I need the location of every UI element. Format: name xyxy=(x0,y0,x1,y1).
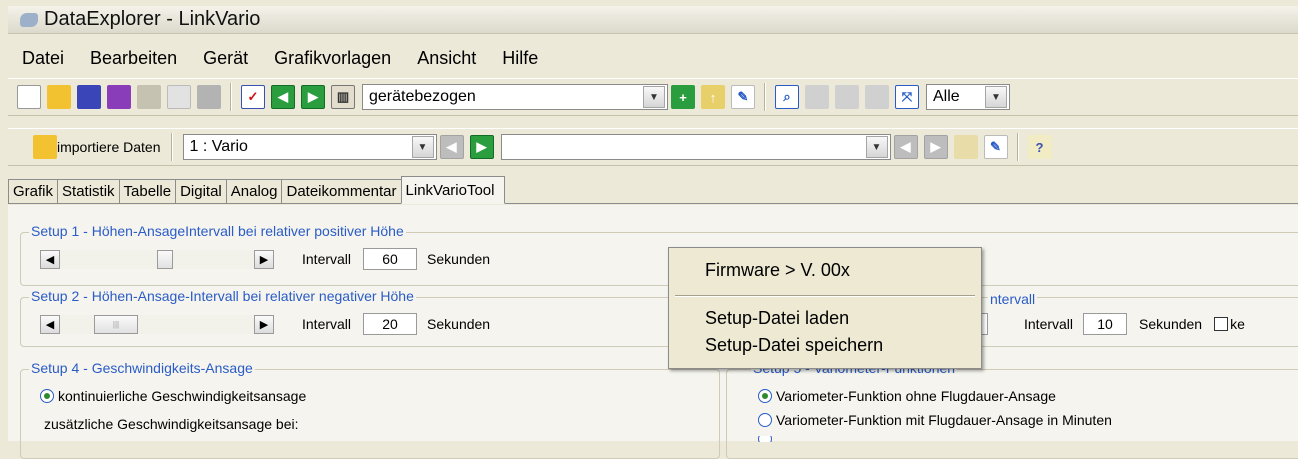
menu-bar: Datei Bearbeiten Gerät Grafikvorlagen An… xyxy=(8,44,1298,72)
edit-record-icon[interactable]: ✎ xyxy=(983,135,1008,159)
cut-scale-icon[interactable] xyxy=(835,85,859,109)
setup4-title: Setup 4 - Geschwindigkeits-Ansage xyxy=(29,360,255,376)
app-icon xyxy=(20,12,38,27)
device-port-icon[interactable]: ▥ xyxy=(331,85,355,109)
new-file-icon[interactable] xyxy=(17,85,41,109)
menu-item-setup-speichern[interactable]: Setup-Datei speichern xyxy=(705,335,883,356)
radio-selected[interactable] xyxy=(40,389,54,403)
menu-separator xyxy=(675,295,975,297)
setup2-title: Setup 2 - Höhen-Ansage-Intervall bei rel… xyxy=(29,288,416,304)
menu-bearbeiten[interactable]: Bearbeiten xyxy=(76,48,189,69)
add-template-icon[interactable]: + xyxy=(671,85,695,109)
chevron-down-icon[interactable]: ▼ xyxy=(643,86,665,108)
pan-icon[interactable] xyxy=(805,85,829,109)
tab-digital[interactable]: Digital xyxy=(175,179,227,203)
prev-device-icon[interactable]: ◀ xyxy=(271,85,295,109)
window-title: DataExplorer - LinkVario xyxy=(44,8,261,30)
setup1-unit: Sekunden xyxy=(427,251,491,267)
setup2-row: ◀ ||| ▶ Intervall 20 Sekunden xyxy=(40,313,490,335)
save-icon[interactable] xyxy=(77,85,101,109)
template-combo[interactable]: gerätebezogen ▼ xyxy=(362,84,668,110)
import-folder-icon[interactable] xyxy=(33,135,57,159)
tab-analog[interactable]: Analog xyxy=(225,179,283,203)
setup1-title: Setup 1 - Höhen-AnsageIntervall bei rela… xyxy=(29,223,406,239)
setup4-radio-continuous[interactable]: kontinuierliche Geschwindigkeitsansage xyxy=(40,388,306,404)
main-toolbar: ✓ ◀ ▶ ▥ gerätebezogen ▼ + ↑ ✎ ⌕ ⤧ Alle ▼ xyxy=(8,78,1298,116)
export-template-icon[interactable]: ↑ xyxy=(701,85,725,109)
record2-combo[interactable]: ▼ xyxy=(500,134,891,160)
setup3-checkbox[interactable] xyxy=(1214,317,1229,331)
zoom-icon[interactable]: ⌕ xyxy=(775,85,799,109)
setup5-radio1[interactable]: Variometer-Funktion ohne Flugdauer-Ansag… xyxy=(758,388,1056,404)
device-select-icon[interactable]: ✓ xyxy=(241,85,265,109)
setup3-label: Intervall xyxy=(1024,316,1074,332)
menu-item-setup-laden[interactable]: Setup-Datei laden xyxy=(705,308,849,329)
save-as-icon[interactable] xyxy=(107,85,131,109)
chevron-down-icon[interactable]: ▼ xyxy=(411,136,434,158)
chevron-down-icon[interactable]: ▼ xyxy=(865,136,888,158)
setup3-checkbox-label: ke xyxy=(1230,316,1245,332)
setup2-label: Intervall xyxy=(302,316,352,332)
linkvariotool-panel: Setup 1 - Höhen-AnsageIntervall bei rela… xyxy=(8,205,1298,459)
menu-hilfe[interactable]: Hilfe xyxy=(488,48,550,69)
tab-statistik[interactable]: Statistik xyxy=(57,179,120,203)
menu-grafikvorlagen[interactable]: Grafikvorlagen xyxy=(260,48,403,69)
menu-geraet[interactable]: Gerät xyxy=(189,48,260,69)
setup2-slider[interactable]: ◀ ||| ▶ xyxy=(40,314,274,334)
chevron-right-icon[interactable]: ▶ xyxy=(254,314,274,334)
help-icon[interactable]: ? xyxy=(1027,135,1052,159)
channel-combo[interactable]: Alle ▼ xyxy=(926,84,1010,110)
radio-selected[interactable] xyxy=(758,389,772,403)
menu-item-firmware[interactable]: Firmware > V. 00x xyxy=(705,260,850,281)
menu-datei[interactable]: Datei xyxy=(8,48,76,69)
data-toolbar: importiere Daten 1 : Vario ▼ ◀ ▶ ▼ ◀ ▶ ✎… xyxy=(8,128,1298,166)
menu-ansicht[interactable]: Ansicht xyxy=(403,48,488,69)
title-bar: DataExplorer - LinkVario xyxy=(8,6,1298,34)
radio-unselected[interactable] xyxy=(758,436,772,442)
setup5-radio2[interactable]: Variometer-Funktion mit Flugdauer-Ansage… xyxy=(758,412,1112,428)
chevron-down-icon[interactable]: ▼ xyxy=(985,86,1007,108)
setup4-extra-label: zusätzliche Geschwindigkeitsansage bei: xyxy=(44,416,299,432)
next-record2-icon[interactable]: ▶ xyxy=(923,135,948,159)
chevron-left-icon[interactable]: ◀ xyxy=(40,314,60,334)
import-button[interactable]: importiere Daten xyxy=(57,139,161,155)
tab-grafik[interactable]: Grafik xyxy=(8,179,59,203)
context-menu: Firmware > V. 00x Setup-Datei laden Setu… xyxy=(668,247,982,369)
open-folder-icon[interactable] xyxy=(47,85,71,109)
tab-bar: Grafik Statistik Tabelle Digital Analog … xyxy=(8,176,1298,204)
slider-thumb[interactable] xyxy=(157,249,173,269)
tab-tabelle[interactable]: Tabelle xyxy=(118,179,177,203)
print-icon[interactable] xyxy=(197,85,221,109)
slider-thumb[interactable]: ||| xyxy=(94,314,138,334)
setup3-title-partial: ntervall xyxy=(988,291,1038,307)
setup3-value[interactable]: 10 xyxy=(1083,313,1128,335)
delete-icon[interactable] xyxy=(953,135,978,159)
chevron-left-icon[interactable]: ◀ xyxy=(40,249,60,269)
radio-unselected[interactable] xyxy=(758,413,772,427)
copy-icon[interactable] xyxy=(167,85,191,109)
setup1-label: Intervall xyxy=(302,251,352,267)
tab-dateikommentar[interactable]: Dateikommentar xyxy=(281,179,402,203)
edit-template-icon[interactable]: ✎ xyxy=(731,85,755,109)
record-combo[interactable]: 1 : Vario ▼ xyxy=(182,134,437,160)
tab-linkvariotool[interactable]: LinkVarioTool xyxy=(400,176,506,204)
setup1-row: ◀ ▶ Intervall 60 Sekunden xyxy=(40,248,490,270)
chevron-right-icon[interactable]: ▶ xyxy=(254,249,274,269)
next-device-icon[interactable]: ▶ xyxy=(301,85,325,109)
prev-record-icon[interactable]: ◀ xyxy=(439,135,464,159)
setup3-row: Intervall 10 Sekunden ke xyxy=(974,313,1245,335)
setup2-unit: Sekunden xyxy=(427,316,491,332)
setup3-unit: Sekunden xyxy=(1139,316,1203,332)
fit-scale-icon[interactable] xyxy=(865,85,889,109)
setup4-group: Setup 4 - Geschwindigkeits-Ansage xyxy=(20,360,720,459)
fit-window-icon[interactable]: ⤧ xyxy=(895,85,919,109)
setup1-value[interactable]: 60 xyxy=(363,248,418,270)
setup2-value[interactable]: 20 xyxy=(363,313,418,335)
properties-icon[interactable] xyxy=(137,85,161,109)
prev-record2-icon[interactable]: ◀ xyxy=(893,135,918,159)
next-record-icon[interactable]: ▶ xyxy=(469,135,494,159)
setup1-slider[interactable]: ◀ ▶ xyxy=(40,249,274,269)
